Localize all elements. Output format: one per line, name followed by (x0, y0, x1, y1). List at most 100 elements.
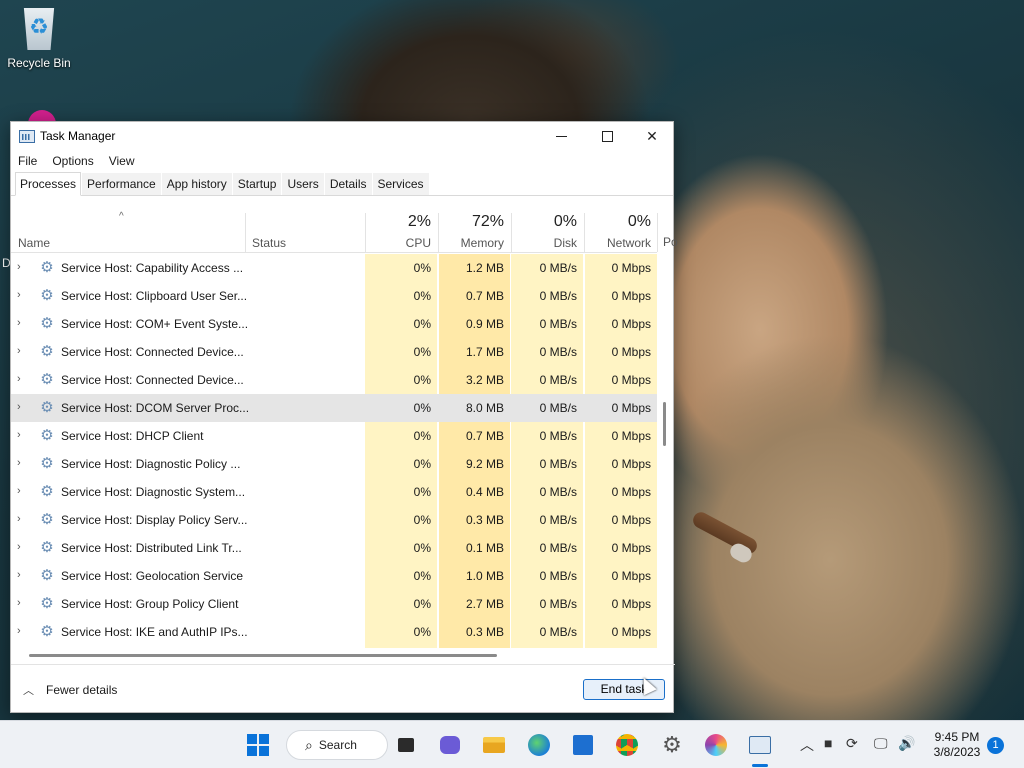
task-view-button[interactable] (392, 731, 420, 759)
column-header-status[interactable]: Status (245, 211, 365, 253)
chrome-browser-button[interactable] (613, 731, 641, 759)
vertical-scrollbar-thumb[interactable] (663, 402, 666, 446)
expand-chevron-icon[interactable]: › (17, 289, 21, 301)
close-button[interactable]: ✕ (629, 122, 675, 150)
expand-chevron-icon[interactable]: › (17, 513, 21, 525)
network-icon[interactable]: 🖵 (874, 735, 888, 752)
table-row[interactable]: › ⚙ Service Host: Connected Device... 0% 3.2… (11, 366, 657, 394)
column-divider[interactable] (657, 213, 658, 252)
menu-options[interactable]: Options (52, 154, 100, 168)
task-manager-window: Task Manager ✕ File Options View Process… (10, 121, 678, 713)
column-network-label: Network (606, 236, 651, 250)
table-row[interactable]: › ⚙ Service Host: Connected Device... 0% 1.7… (11, 338, 657, 366)
column-power-partial-label[interactable]: Po (663, 235, 678, 249)
sync-icon[interactable]: ⟳ (846, 735, 858, 752)
process-disk: 0 MB/s (539, 569, 577, 583)
process-memory: 0.7 MB (465, 289, 504, 303)
paint-app-button[interactable] (702, 731, 730, 759)
maximize-button[interactable] (584, 122, 630, 150)
process-disk: 0 MB/s (539, 625, 577, 639)
task-manager-app-icon (19, 129, 35, 143)
minimize-button[interactable] (538, 122, 584, 150)
column-header-cpu[interactable]: 2% CPU (365, 211, 437, 253)
expand-chevron-icon[interactable]: › (17, 317, 21, 329)
process-disk: 0 MB/s (539, 317, 577, 331)
service-gear-icon: ⚙ (40, 539, 54, 556)
process-name: Service Host: IKE and AuthIP IPs... (61, 625, 248, 639)
process-disk: 0 MB/s (539, 485, 577, 499)
show-hidden-icons-chevron-icon[interactable]: ︿ (800, 735, 814, 755)
process-cpu: 0% (413, 485, 431, 499)
table-row[interactable]: › ⚙ Service Host: DCOM Server Proc... 0% 8.0… (11, 394, 657, 422)
process-network: 0 Mbps (611, 345, 651, 359)
process-name: Service Host: Connected Device... (61, 373, 244, 387)
edge-browser-button[interactable] (525, 731, 553, 759)
table-row[interactable]: › ⚙ Service Host: Clipboard User Ser... 0% 0… (11, 282, 657, 310)
tab-processes[interactable]: Processes (15, 172, 82, 196)
tab-performance[interactable]: Performance (82, 173, 161, 195)
expand-chevron-icon[interactable]: › (17, 401, 21, 413)
table-row[interactable]: › ⚙ Service Host: Diagnostic Policy ... 0% 9… (11, 450, 657, 478)
process-name: Service Host: DCOM Server Proc... (61, 401, 250, 415)
expand-chevron-icon[interactable]: › (17, 541, 21, 553)
horizontal-scrollbar-thumb[interactable] (29, 654, 497, 657)
process-cpu: 0% (413, 569, 431, 583)
column-header-network[interactable]: 0% Network (584, 211, 657, 253)
process-disk: 0 MB/s (539, 401, 577, 415)
process-memory: 9.2 MB (465, 457, 504, 471)
table-row[interactable]: › ⚙ Service Host: DHCP Client 0% 0.7 MB 0 MB/… (11, 422, 657, 450)
taskbar-search[interactable]: ⌕ Search (286, 730, 388, 760)
table-row[interactable]: › ⚙ Service Host: Geolocation Service 0% 1.0… (11, 562, 657, 590)
task-manager-taskbar-button[interactable] (746, 731, 774, 759)
process-name: Service Host: Clipboard User Ser... (61, 289, 248, 303)
recycle-bin-shortcut[interactable]: Recycle Bin (4, 8, 74, 70)
table-row[interactable]: › ⚙ Service Host: Group Policy Client 0% 2.7… (11, 590, 657, 618)
fewer-details-button[interactable]: ︿ Fewer details (23, 682, 117, 698)
title-bar[interactable]: Task Manager ✕ (11, 122, 673, 150)
expand-chevron-icon[interactable]: › (17, 373, 21, 385)
chat-button[interactable] (436, 731, 464, 759)
microsoft-store-button[interactable] (569, 731, 597, 759)
notification-badge[interactable]: 1 (987, 737, 1004, 754)
taskbar-search-label: Search (318, 738, 357, 752)
table-row[interactable]: › ⚙ Service Host: Capability Access ... 0% 1… (11, 254, 657, 282)
column-header-name[interactable]: ^ Name (11, 211, 245, 253)
start-button[interactable] (244, 731, 272, 759)
expand-chevron-icon[interactable]: › (17, 345, 21, 357)
service-gear-icon: ⚙ (40, 343, 54, 360)
table-row[interactable]: › ⚙ Service Host: COM+ Event Syste... 0% 0.9… (11, 310, 657, 338)
expand-chevron-icon[interactable]: › (17, 597, 21, 609)
tab-users[interactable]: Users (282, 173, 324, 195)
process-memory: 1.2 MB (465, 261, 504, 275)
table-row[interactable]: › ⚙ Service Host: IKE and AuthIP IPs... 0% 0… (11, 618, 657, 646)
process-memory: 8.0 MB (465, 401, 504, 415)
tray-app-icon[interactable]: ■ (824, 735, 832, 751)
tab-app-history[interactable]: App history (161, 173, 232, 195)
table-row[interactable]: › ⚙ Service Host: Display Policy Serv... 0%… (11, 506, 657, 534)
tab-startup[interactable]: Startup (232, 173, 282, 195)
tab-details[interactable]: Details (324, 173, 372, 195)
column-header-disk[interactable]: 0% Disk (511, 211, 583, 253)
process-cpu: 0% (413, 289, 431, 303)
expand-chevron-icon[interactable]: › (17, 569, 21, 581)
column-header-memory[interactable]: 72% Memory (438, 211, 510, 253)
tab-services[interactable]: Services (372, 173, 429, 195)
menu-view[interactable]: View (109, 154, 142, 168)
system-clock[interactable]: 9:45 PM 3/8/2023 (926, 730, 988, 760)
file-explorer-button[interactable] (480, 731, 508, 759)
expand-chevron-icon[interactable]: › (17, 429, 21, 441)
expand-chevron-icon[interactable]: › (17, 261, 21, 273)
process-network: 0 Mbps (611, 513, 651, 527)
expand-chevron-icon[interactable]: › (17, 625, 21, 637)
service-gear-icon: ⚙ (40, 399, 54, 416)
process-cpu: 0% (413, 373, 431, 387)
expand-chevron-icon[interactable]: › (17, 485, 21, 497)
process-disk: 0 MB/s (539, 597, 577, 611)
settings-button[interactable]: ⚙ (658, 731, 686, 759)
table-row[interactable]: › ⚙ Service Host: Distributed Link Tr... 0%… (11, 534, 657, 562)
process-network: 0 Mbps (611, 261, 651, 275)
menu-file[interactable]: File (18, 154, 44, 168)
table-row[interactable]: › ⚙ Service Host: Diagnostic System... 0% 0.… (11, 478, 657, 506)
expand-chevron-icon[interactable]: › (17, 457, 21, 469)
volume-icon[interactable]: 🔊 (898, 735, 915, 752)
